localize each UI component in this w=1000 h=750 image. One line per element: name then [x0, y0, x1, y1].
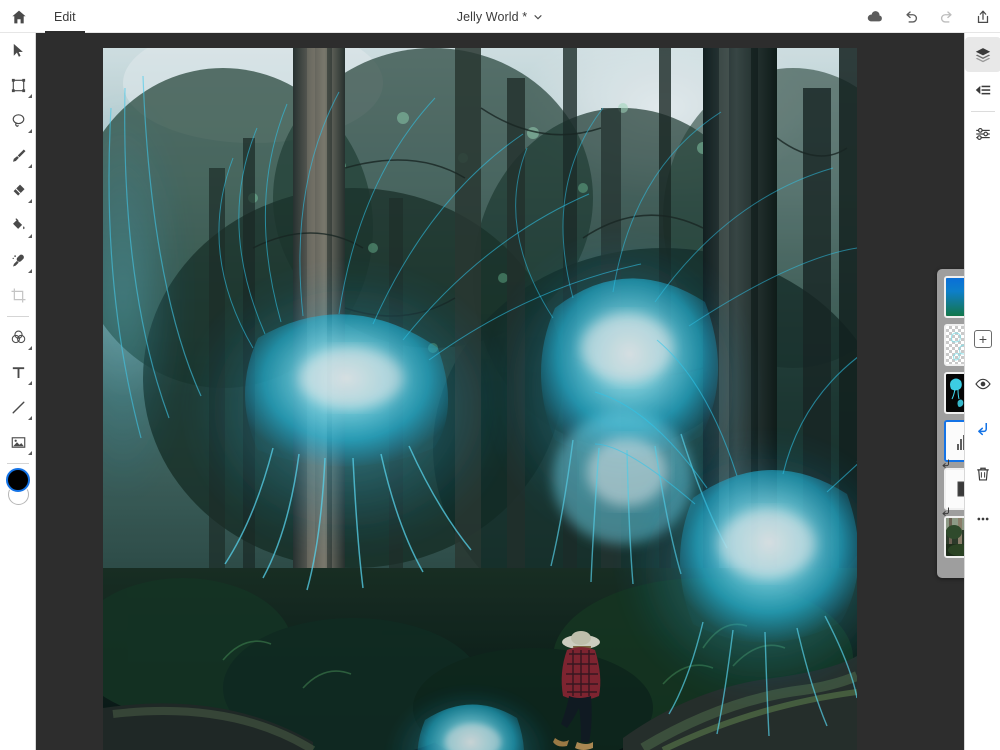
left-toolbar	[0, 33, 36, 750]
tool-flyout-indicator	[28, 346, 32, 350]
layer-thumbnail	[944, 324, 964, 366]
tool-flyout-indicator	[28, 94, 32, 98]
redo-button[interactable]	[936, 6, 958, 28]
color-circles-icon	[11, 330, 25, 344]
toggle-visibility-button[interactable]	[965, 366, 1000, 401]
right-rail-divider	[970, 111, 995, 112]
cloud-button[interactable]	[864, 6, 886, 28]
eraser-tool[interactable]	[0, 173, 36, 208]
layer-thumbnail	[944, 468, 964, 510]
line-icon	[12, 401, 24, 414]
document-title[interactable]: Jelly World *	[457, 10, 528, 24]
place-image-tool[interactable]	[0, 425, 36, 460]
undo-button[interactable]	[900, 6, 922, 28]
eye-icon	[975, 378, 991, 389]
layer-jellyfish-black[interactable]	[943, 371, 964, 415]
layer-thumbnail	[944, 420, 964, 462]
right-panel-rail: +	[964, 33, 1000, 750]
app-window: Edit Jelly World * +	[0, 0, 1000, 750]
clipping-mask-arrow-icon	[978, 422, 988, 435]
right-rail-spacer	[965, 151, 1000, 321]
paint-bucket-icon	[12, 218, 25, 230]
tool-flyout-indicator	[28, 269, 32, 273]
text-tool[interactable]	[0, 355, 36, 390]
toolbar-divider	[6, 316, 29, 317]
tool-flyout-indicator	[28, 129, 32, 133]
more-options-button[interactable]	[965, 501, 1000, 536]
select-tool[interactable]	[0, 33, 36, 68]
clipping-mask-button[interactable]	[965, 411, 1000, 446]
delete-layer-button[interactable]	[965, 456, 1000, 491]
frame-icon	[11, 78, 25, 93]
eraser-icon	[13, 184, 25, 196]
crop-tool[interactable]	[0, 278, 36, 313]
transform-tool[interactable]	[0, 68, 36, 103]
tool-flyout-indicator	[28, 451, 32, 455]
gradient-fill-thumb	[946, 278, 964, 316]
chevron-down-icon[interactable]	[533, 12, 543, 22]
foreground-color-swatch[interactable]	[6, 468, 30, 492]
share-icon	[977, 10, 989, 23]
top-bar: Edit Jelly World *	[0, 0, 1000, 33]
home-button[interactable]	[8, 6, 30, 28]
layer-jellyfish-transparent[interactable]	[943, 323, 964, 367]
toolbar-divider-2	[6, 463, 29, 464]
lasso-tool[interactable]	[0, 103, 36, 138]
layer-thumbnail	[944, 516, 964, 558]
black-white-split-icon	[946, 470, 964, 508]
add-layer-button[interactable]: +	[965, 321, 1000, 356]
canvas-workspace[interactable]	[36, 33, 964, 750]
layer-styles-panel-tab[interactable]	[965, 72, 1000, 107]
color-mixer-tool[interactable]	[0, 320, 36, 355]
tab-edit-label: Edit	[54, 9, 76, 24]
layers-icon	[975, 47, 991, 62]
transparent-jellyfish-thumb	[946, 326, 964, 364]
tool-flyout-indicator	[28, 381, 32, 385]
tab-edit[interactable]: Edit	[40, 0, 90, 33]
brush-icon	[12, 149, 25, 162]
heal-tool[interactable]	[0, 243, 36, 278]
home-icon	[12, 10, 26, 24]
share-button[interactable]	[972, 6, 994, 28]
tool-flyout-indicator	[28, 199, 32, 203]
layer-gradient[interactable]	[943, 275, 964, 319]
undo-icon	[906, 10, 918, 23]
image-icon	[11, 437, 25, 448]
color-swatches	[0, 468, 36, 516]
tool-flyout-indicator	[28, 416, 32, 420]
lasso-icon	[12, 114, 24, 127]
fill-tool[interactable]	[0, 208, 36, 243]
plus-square-icon: +	[974, 329, 992, 348]
adjustments-panel-tab[interactable]	[965, 116, 1000, 151]
jellyfish-sketch-icon	[950, 332, 964, 361]
image-canvas[interactable]	[103, 48, 857, 750]
crop-icon	[11, 288, 25, 303]
layers-panel[interactable]	[937, 269, 964, 578]
healing-brush-icon	[12, 254, 24, 267]
layer-bw-adjustment[interactable]	[942, 467, 964, 516]
tool-flyout-indicator	[28, 234, 32, 238]
layers-panel-tab[interactable]	[965, 37, 1000, 72]
layer-forest-photo[interactable]	[943, 515, 964, 559]
trash-icon	[977, 467, 989, 481]
brush-tool[interactable]	[0, 138, 36, 173]
layer-levels-adjustment[interactable]	[942, 419, 964, 468]
tool-flyout-indicator	[28, 164, 32, 168]
line-tool[interactable]	[0, 390, 36, 425]
forest-photo-thumb	[946, 518, 964, 556]
topbar-actions	[864, 0, 994, 33]
redo-icon	[940, 10, 952, 23]
cursor-arrow-icon	[13, 43, 23, 57]
composite-artwork	[103, 48, 857, 750]
levels-histogram-icon	[946, 422, 964, 460]
layer-thumbnail	[944, 276, 964, 318]
document-title-group: Jelly World *	[0, 0, 1000, 33]
black-jellyfish-thumb	[946, 374, 964, 412]
layer-thumbnail	[944, 372, 964, 414]
layer-styles-icon	[975, 85, 991, 94]
text-t-icon	[12, 367, 24, 378]
cloud-icon	[867, 10, 882, 21]
ellipsis-icon	[977, 517, 989, 520]
sliders-icon	[976, 127, 990, 140]
